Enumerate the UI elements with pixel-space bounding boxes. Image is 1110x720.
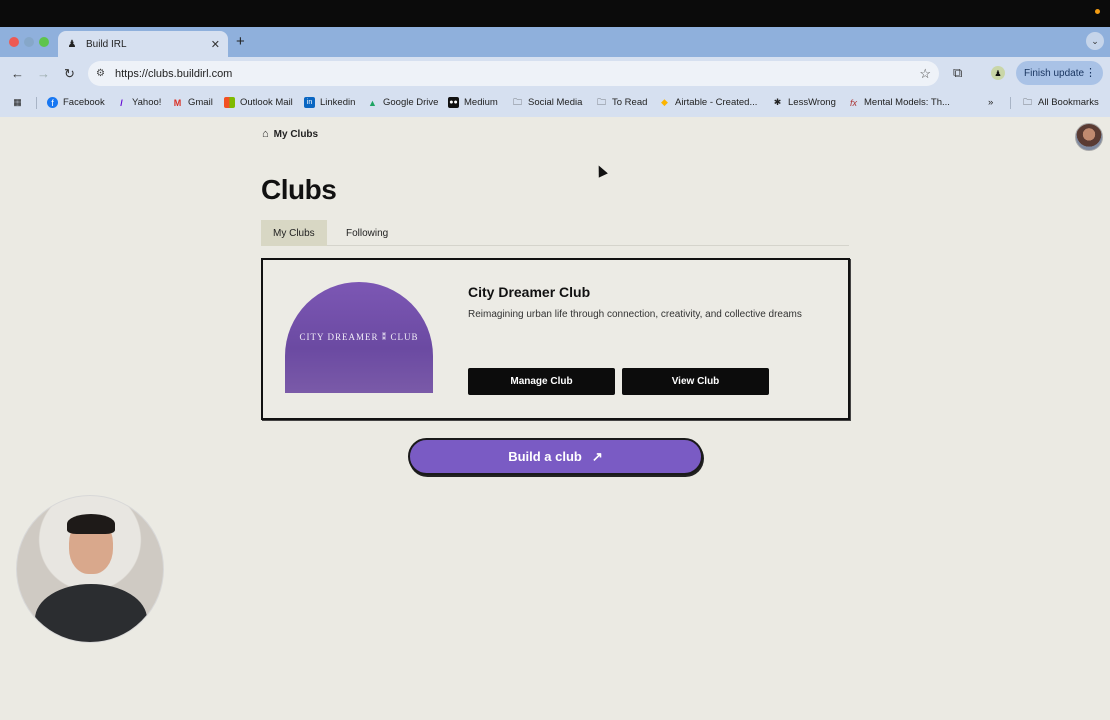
view-club-button[interactable]: View Club	[622, 368, 769, 395]
back-icon[interactable]: ←	[11, 66, 24, 81]
minimize-window-button[interactable]	[24, 37, 34, 47]
arrow-up-right-icon: ↗	[591, 448, 603, 464]
bookmark-item[interactable]: f Facebook	[47, 97, 105, 108]
club-card: CITY DREAMER ⁑ CLUB City Dreamer Club Re…	[261, 258, 850, 420]
fx-icon: fx	[849, 97, 857, 108]
webcam-person-hair	[67, 514, 115, 534]
webcam-person-body	[35, 584, 147, 642]
bookmark-item[interactable]: fx Mental Models: Th...	[848, 97, 950, 108]
url-text[interactable]: https://clubs.buildirl.com	[115, 68, 919, 80]
bookmark-folder[interactable]: 🗀 Social Media	[512, 96, 582, 109]
build-club-button[interactable]: Build a club ↗	[408, 438, 703, 475]
bookmark-star-icon[interactable]: ☆	[919, 66, 931, 82]
lesswrong-icon: ✱	[773, 97, 782, 107]
page-content: ⌂ My Clubs Clubs My Clubs Following CITY…	[0, 117, 1110, 720]
bookmark-item[interactable]: M Gmail	[172, 97, 213, 108]
bookmark-item[interactable]: ▲ Google Drive	[367, 97, 438, 108]
facebook-icon: f	[47, 97, 58, 108]
folder-icon: 🗀	[596, 96, 606, 107]
build-club-label: Build a club	[508, 449, 582, 464]
breadcrumb-label: My Clubs	[273, 128, 319, 140]
webcam-overlay	[16, 495, 164, 643]
profile-icon[interactable]: ♟	[991, 66, 1005, 80]
address-bar[interactable]: ⚙ https://clubs.buildirl.com ☆	[88, 61, 939, 86]
yahoo-icon: /	[120, 97, 123, 108]
bookmarks-bar: ▦ f Facebook / Yahoo! M Gmail Outlook Mail …	[0, 89, 1110, 117]
bookmark-item[interactable]: Outlook Mail	[224, 97, 293, 108]
bookmarks-divider	[36, 97, 37, 109]
mouse-cursor-icon	[594, 163, 608, 178]
club-description: Reimagining urban life through connectio…	[468, 309, 802, 320]
maximize-window-button[interactable]	[39, 37, 49, 47]
home-icon: ⌂	[262, 128, 269, 140]
club-logo-text: CITY DREAMER ⁑ CLUB	[299, 332, 419, 342]
recording-indicator-icon	[1095, 9, 1100, 14]
site-settings-icon[interactable]: ⚙	[96, 68, 105, 79]
browser-tab[interactable]: ♟ Build IRL ✕	[58, 31, 228, 57]
tab-label: My Clubs	[273, 227, 315, 239]
tab-strip: ♟ Build IRL ✕ + ⌄	[0, 27, 1110, 57]
club-tabs: My Clubs Following	[261, 220, 849, 246]
tab-following[interactable]: Following	[334, 220, 400, 246]
bookmark-item[interactable]: ◆ Airtable - Created...	[659, 97, 757, 108]
avatar[interactable]	[1075, 123, 1103, 151]
browser-chrome: ♟ Build IRL ✕ + ⌄ ← → ↻ ⚙ https://clubs.…	[0, 27, 1110, 117]
club-cover-image: CITY DREAMER ⁑ CLUB	[285, 282, 433, 393]
gmail-icon: M	[173, 97, 182, 108]
page-title: Clubs	[261, 174, 337, 205]
tab-my-clubs[interactable]: My Clubs	[261, 220, 327, 246]
outlook-icon	[224, 97, 235, 108]
forward-icon[interactable]: →	[37, 66, 50, 81]
tab-search-icon[interactable]: ⌄	[1086, 32, 1104, 50]
finish-update-label: Finish update	[1024, 67, 1085, 79]
bookmarks-divider	[1010, 97, 1011, 109]
breadcrumb[interactable]: ⌂ My Clubs	[262, 128, 318, 140]
google-drive-icon: ▲	[368, 97, 377, 108]
airtable-icon: ◆	[661, 97, 668, 107]
close-tab-icon[interactable]: ✕	[211, 38, 220, 51]
folder-icon: 🗀	[512, 96, 522, 107]
all-bookmarks-folder[interactable]: 🗀 All Bookmarks	[1022, 96, 1099, 109]
bookmark-folder[interactable]: 🗀 To Read	[596, 96, 647, 109]
finish-update-button[interactable]: Finish update ⋮	[1016, 61, 1103, 85]
tab-title: Build IRL	[86, 38, 127, 50]
club-name: City Dreamer Club	[468, 284, 591, 300]
new-tab-icon[interactable]: +	[236, 33, 245, 50]
reload-icon[interactable]: ↻	[64, 66, 75, 82]
buildirl-favicon-icon: ♟	[67, 38, 77, 50]
linkedin-icon: in	[304, 97, 315, 108]
medium-icon: ●●	[448, 97, 459, 108]
bookmark-item[interactable]: / Yahoo!	[116, 97, 161, 108]
browser-toolbar: ← → ↻ ⚙ https://clubs.buildirl.com ☆ ⧉ ♟…	[0, 57, 1110, 89]
more-menu-icon[interactable]: ⋮	[1085, 66, 1096, 79]
bookmark-item[interactable]: in Linkedin	[304, 97, 355, 108]
os-menu-bar	[0, 0, 1110, 27]
manage-club-button[interactable]: Manage Club	[468, 368, 615, 395]
extensions-icon[interactable]: ⧉	[953, 65, 962, 81]
tab-label: Following	[346, 227, 389, 239]
bookmark-item[interactable]: ✱ LessWrong	[772, 97, 836, 108]
folder-icon: 🗀	[1022, 96, 1032, 107]
apps-grid-icon[interactable]: ▦	[12, 97, 28, 108]
close-window-button[interactable]	[9, 37, 19, 47]
bookmark-item[interactable]: ●● Medium	[448, 97, 498, 108]
more-bookmarks-icon[interactable]: »	[988, 97, 993, 108]
